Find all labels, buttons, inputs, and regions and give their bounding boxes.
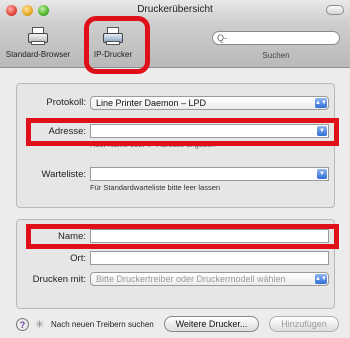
protocol-value: Line Printer Daemon – LPD: [96, 98, 207, 108]
queue-label: Warteliste:: [41, 169, 86, 180]
printer-icon: [27, 27, 49, 47]
printer-browser-window: Druckerübersicht Standard-Browser IP-Dru…: [0, 0, 350, 338]
search-input[interactable]: Q-: [212, 31, 340, 45]
queue-field[interactable]: ▼: [90, 167, 329, 181]
toolbar: Standard-Browser IP-Drucker Q- Suchen: [0, 22, 350, 68]
print-with-select[interactable]: Bitte Druckertreiber oder Druckermodell …: [90, 272, 329, 286]
search-icon: Q-: [217, 33, 227, 43]
search-label: Suchen: [262, 51, 290, 60]
toolbar-default-browser[interactable]: Standard-Browser: [3, 24, 73, 59]
address-highlight: [26, 118, 339, 146]
history-dropdown-icon[interactable]: ▼: [317, 169, 327, 179]
progress-spinner-icon: ✳: [35, 319, 45, 331]
print-with-value: Bitte Druckertreiber oder Druckermodell …: [96, 274, 286, 284]
title-bar: Druckerübersicht: [0, 0, 350, 22]
more-printers-button[interactable]: Weitere Drucker...: [164, 316, 259, 332]
name-highlight: [26, 224, 339, 249]
protocol-select[interactable]: Line Printer Daemon – LPD ▲▼: [90, 96, 329, 110]
queue-hint: Für Standardwarteliste bitte leer lassen: [90, 183, 221, 192]
select-arrows-icon: ▲▼: [315, 274, 327, 284]
toolbar-toggle-button[interactable]: [326, 5, 344, 15]
default-browser-label: Standard-Browser: [5, 50, 71, 59]
ip-printer-highlight: [84, 16, 150, 74]
status-text: Nach neuen Treibern suchen: [51, 320, 154, 329]
protocol-label: Protokoll:: [46, 97, 86, 108]
add-button[interactable]: Hinzufügen: [269, 316, 339, 332]
location-field[interactable]: [90, 251, 329, 265]
window-title: Druckerübersicht: [137, 4, 213, 15]
select-arrows-icon: ▲▼: [315, 98, 327, 108]
print-with-label: Drucken mit:: [32, 274, 86, 285]
location-label: Ort:: [70, 253, 86, 264]
help-button[interactable]: ?: [16, 318, 29, 331]
